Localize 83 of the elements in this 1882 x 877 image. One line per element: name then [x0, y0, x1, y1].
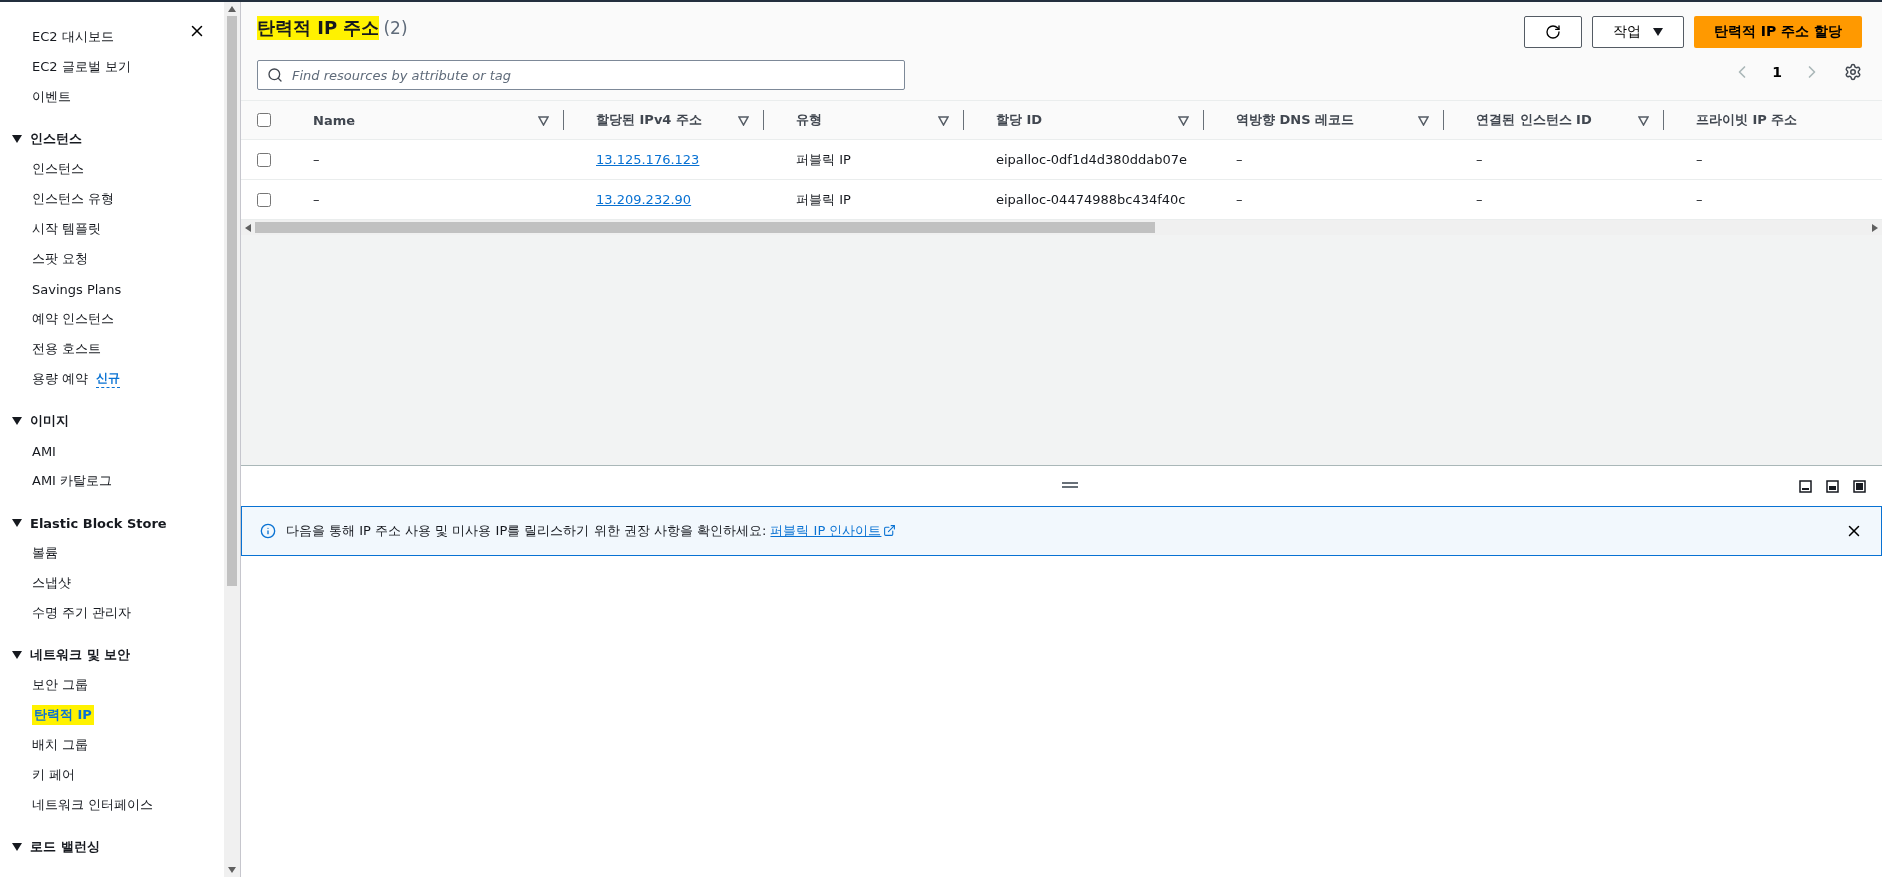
ip-address-link[interactable]: 13.209.232.90	[596, 192, 692, 207]
drag-handle[interactable]	[1061, 482, 1078, 488]
nav-link[interactable]: 예약 인스턴스	[32, 310, 115, 328]
nav-link[interactable]: 인스턴스 유형	[32, 190, 115, 208]
column-header[interactable]: Name	[313, 112, 355, 128]
panel-full-icon[interactable]	[1853, 479, 1866, 493]
scroll-left-icon[interactable]	[245, 223, 251, 232]
refresh-button[interactable]	[1523, 16, 1582, 48]
table-cell: –	[1236, 152, 1243, 167]
actions-button[interactable]: 작업	[1591, 16, 1684, 48]
caret-icon	[1652, 28, 1663, 36]
nav-link[interactable]: 스냅샷	[32, 574, 71, 592]
table-cell: –	[1476, 192, 1483, 207]
horizontal-scrollbar[interactable]	[241, 220, 1882, 235]
nav-link[interactable]: AMI 카탈로그	[32, 472, 113, 490]
nav-link[interactable]: 키 페어	[32, 766, 76, 784]
group-title[interactable]: 인스턴스	[30, 130, 82, 148]
nav-link[interactable]: 볼륨	[32, 544, 58, 562]
nav-link[interactable]: 네트워크 인터페이스	[32, 796, 154, 814]
search-field[interactable]: Find resources by attribute or tag	[257, 60, 905, 90]
search-icon	[267, 67, 283, 83]
table-cell: –	[1236, 192, 1243, 207]
column-header[interactable]: 유형	[796, 111, 822, 129]
info-message: 다음을 통해 IP 주소 사용 및 미사용 IP를 릴리스하기 위한 권장 사항을 확인하세요: 퍼블릭 IP 인사이트	[286, 522, 1835, 540]
group-title[interactable]: 이미지	[30, 412, 69, 430]
group-title[interactable]: Elastic Block Store	[30, 515, 167, 531]
nav-link[interactable]: Savings Plans	[32, 281, 122, 297]
external-link-icon	[883, 524, 897, 537]
sort-icon[interactable]	[1638, 114, 1649, 126]
caret-icon[interactable]	[12, 842, 22, 852]
sort-icon[interactable]	[1418, 114, 1429, 126]
table-cell: 퍼블릭 IP	[796, 150, 851, 169]
page-title: 탄력적 IP 주소	[257, 16, 380, 40]
refresh-icon	[1544, 24, 1561, 40]
table-cell: –	[1696, 152, 1703, 167]
new-badge: 신규	[96, 370, 121, 388]
scroll-up-icon[interactable]	[228, 6, 236, 12]
caret-icon[interactable]	[12, 134, 22, 144]
caret-icon[interactable]	[12, 650, 22, 660]
group-title[interactable]: 네트워크 및 보안	[30, 646, 131, 664]
nav-link[interactable]: 배치 그룹	[32, 736, 89, 754]
nav-link[interactable]: 인스턴스	[32, 160, 84, 178]
table-cell: eipalloc-04474988bc434f40c	[996, 192, 1186, 207]
nav-link[interactable]: AMI	[32, 443, 56, 459]
nav-link[interactable]: 탄력적 IP	[32, 705, 94, 725]
nav-link[interactable]: 수명 주기 관리자	[32, 604, 132, 622]
column-header[interactable]: 할당 ID	[996, 111, 1043, 129]
select-all-checkbox[interactable]	[257, 113, 271, 127]
nav-link[interactable]: 이벤트	[32, 88, 71, 106]
nav-link[interactable]: 전용 호스트	[32, 340, 102, 358]
sort-icon[interactable]	[1178, 114, 1189, 126]
scrollbar[interactable]	[224, 2, 240, 877]
settings-icon[interactable]	[1844, 63, 1862, 81]
scroll-right-icon[interactable]	[1872, 223, 1878, 232]
caret-icon[interactable]	[12, 518, 22, 528]
table-cell: –	[1476, 152, 1483, 167]
page-number[interactable]: 1	[1766, 63, 1788, 81]
row-checkbox[interactable]	[257, 192, 271, 207]
table-cell: –	[313, 152, 320, 167]
table-cell: –	[1696, 192, 1703, 207]
sort-icon[interactable]	[738, 114, 749, 126]
row-checkbox[interactable]	[257, 152, 271, 167]
nav-link[interactable]: EC2 글로벌 보기	[32, 58, 131, 76]
panel-half-icon[interactable]	[1826, 479, 1839, 493]
nav-link[interactable]: 보안 그룹	[32, 676, 89, 694]
table-cell: 퍼블릭 IP	[796, 190, 851, 209]
ip-address-link[interactable]: 13.125.176.123	[596, 152, 700, 167]
nav-link[interactable]: 스팟 요청	[32, 250, 89, 268]
scroll-down-icon[interactable]	[228, 867, 236, 873]
sort-icon[interactable]	[538, 114, 549, 126]
table-cell: eipalloc-0df1d4d380ddab07e	[996, 152, 1188, 167]
allocate-button[interactable]: 탄력적 IP 주소 할당	[1693, 16, 1862, 48]
caret-icon[interactable]	[12, 416, 22, 426]
sort-icon[interactable]	[938, 114, 949, 126]
nav-link[interactable]: 시작 템플릿	[32, 220, 102, 238]
table-cell: –	[313, 192, 320, 207]
nav-link[interactable]: EC2 대시보드	[32, 28, 114, 46]
insights-link[interactable]: 퍼블릭 IP 인사이트	[770, 523, 897, 538]
group-title[interactable]: 로드 밸런싱	[30, 838, 100, 856]
nav-link[interactable]: 용량 예약	[32, 370, 89, 388]
info-icon	[260, 523, 276, 539]
panel-bottom-icon[interactable]	[1799, 479, 1812, 493]
item-count: (2)	[383, 18, 408, 38]
